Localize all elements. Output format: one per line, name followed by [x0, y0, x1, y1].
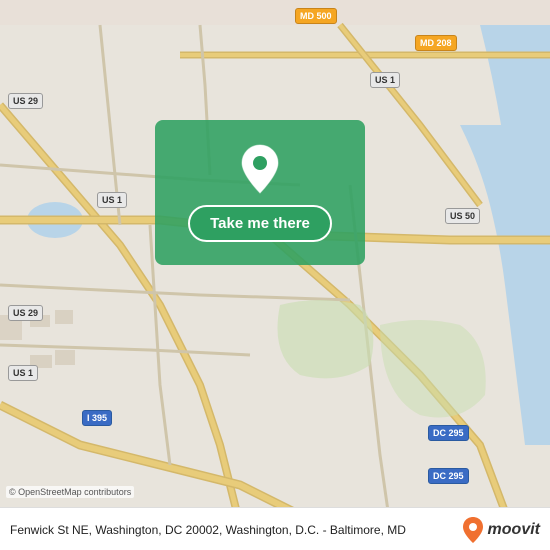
badge-us1-mid: US 1: [97, 192, 127, 208]
badge-us1-lower: US 1: [8, 365, 38, 381]
badge-i395: I 395: [82, 410, 112, 426]
address-text: Fenwick St NE, Washington, DC 20002, Was…: [10, 522, 454, 539]
badge-us1-top: US 1: [370, 72, 400, 88]
take-me-there-button[interactable]: Take me there: [188, 205, 332, 242]
badge-us50: US 50: [445, 208, 480, 224]
location-pin-icon: [238, 143, 282, 195]
badge-md500: MD 500: [295, 8, 337, 24]
moovit-brand-text: moovit: [488, 521, 540, 539]
moovit-pin-icon: [462, 516, 484, 544]
badge-md208: MD 208: [415, 35, 457, 51]
bottom-bar: Fenwick St NE, Washington, DC 20002, Was…: [0, 507, 550, 550]
badge-us29-left: US 29: [8, 93, 43, 109]
badge-dc295-lower: DC 295: [428, 468, 469, 484]
moovit-logo: moovit: [462, 516, 540, 544]
osm-attribution: © OpenStreetMap contributors: [6, 486, 134, 498]
badge-dc295: DC 295: [428, 425, 469, 441]
map-container: MD 500 MD 208 US 1 US 29 US 1 US 50 US 2…: [0, 0, 550, 550]
badge-us29-lower: US 29: [8, 305, 43, 321]
location-overlay: Take me there: [155, 120, 365, 265]
attribution-text: © OpenStreetMap contributors: [9, 487, 131, 497]
